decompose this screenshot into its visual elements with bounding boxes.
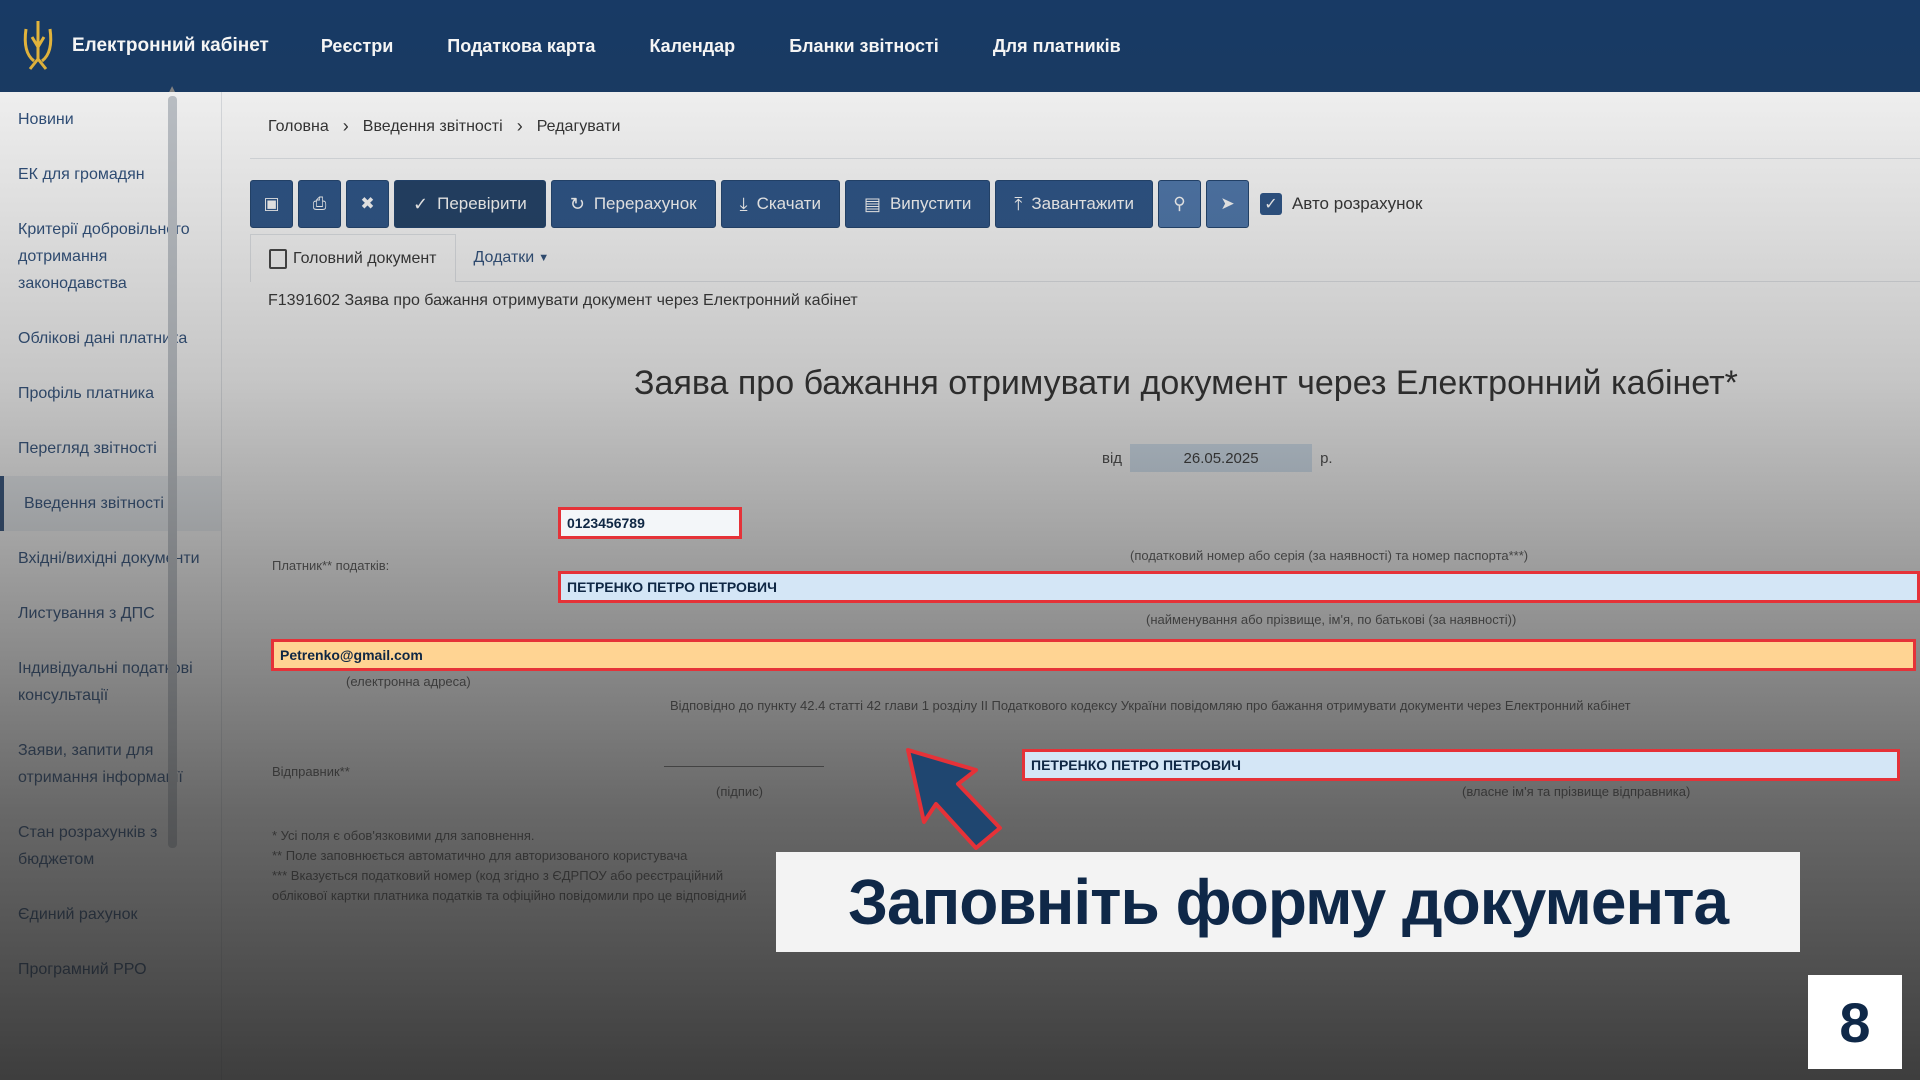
breadcrumb-edit: Редагувати	[536, 117, 621, 135]
sidebar: ▲ Новини ЕК для громадян Критерії добров…	[0, 84, 222, 1080]
nav-for-payers[interactable]: Для платників	[993, 36, 1121, 57]
search-button[interactable]: ⚲	[1157, 180, 1201, 228]
document-toolbar: ▣ ⎙ ✖ ✓ Перевірити ↻ Перерахунок ⤓ Скачати …	[250, 176, 1422, 232]
sender-name-input[interactable]: ПЕТРЕНКО ПЕТРО ПЕТРОВИЧ	[1022, 749, 1900, 781]
check-button[interactable]: ✓ Перевірити	[394, 180, 546, 228]
document-icon: ▤	[863, 193, 881, 214]
sidebar-item-documents[interactable]: Вхідні/вихідні документи	[0, 531, 221, 586]
sidebar-item-correspondence[interactable]: Листування з ДПС	[0, 586, 221, 641]
statement-text: Відповідно до пункту 42.4 статті 42 глав…	[670, 698, 1631, 713]
close-icon: ✖	[360, 194, 375, 213]
save-button[interactable]: ▣	[250, 180, 293, 228]
download-icon: ⤓	[739, 193, 748, 214]
send-icon: ➤	[1220, 194, 1235, 213]
issue-button[interactable]: ▤ Випустити	[844, 180, 991, 228]
tab-annexes[interactable]: Додатки ▼	[456, 234, 568, 282]
pointer-arrow-icon	[906, 748, 1002, 850]
auto-calc-checkbox[interactable]: ✓	[1259, 193, 1282, 215]
email-hint: (електронна адреса)	[346, 674, 471, 689]
sidebar-item-single-account[interactable]: Єдиний рахунок	[0, 887, 221, 942]
signature-line	[664, 766, 824, 767]
checkmark-icon: ✓	[413, 193, 429, 214]
sidebar-item-enter-reports[interactable]: Введення звітності	[0, 476, 221, 531]
footnote-2: ** Поле заповнюється автоматично для авт…	[272, 848, 688, 863]
tax-id-hint: (податковий номер або серія (за наявност…	[1130, 548, 1529, 563]
trident-logo-icon[interactable]	[18, 17, 58, 75]
sender-name-hint: (власне ім'я та прізвище відправника)	[1462, 784, 1691, 799]
floppy-disk-icon: ▣	[263, 194, 280, 213]
refresh-icon: ↻	[569, 193, 585, 214]
print-button[interactable]: ⎙	[298, 180, 341, 228]
sender-label: Відправник**	[272, 764, 350, 779]
upload-icon: ⤒	[1014, 193, 1023, 214]
breadcrumb-enter-reports[interactable]: Введення звітності	[363, 118, 503, 136]
tab-main-document[interactable]: Головний документ	[250, 234, 456, 282]
breadcrumb-home[interactable]: Головна	[268, 118, 329, 136]
sidebar-item-consultations[interactable]: Індивідуальні податкові консультації	[0, 641, 221, 723]
auto-calc-toggle[interactable]: ✓ Авто розрахунок	[1259, 193, 1423, 215]
sidebar-item-compliance[interactable]: Критерії добровільного дотримання законо…	[0, 202, 221, 311]
chevron-right-icon: ›	[342, 116, 349, 136]
nav-registries[interactable]: Реєстри	[321, 36, 393, 57]
nav-tax-map[interactable]: Податкова карта	[447, 36, 595, 57]
date-row: від 26.05.2025 р.	[1102, 444, 1333, 472]
nav-report-forms[interactable]: Бланки звітності	[789, 36, 939, 57]
printer-icon: ⎙	[312, 194, 327, 213]
sidebar-item-budget[interactable]: Стан розрахунків з бюджетом	[0, 805, 221, 887]
taxpayer-name-input[interactable]: ПЕТРЕНКО ПЕТРО ПЕТРОВИЧ	[558, 571, 1920, 603]
close-button[interactable]: ✖	[346, 180, 389, 228]
sidebar-item-requests[interactable]: Заяви, запити для отримання інформації	[0, 723, 221, 805]
upload-button[interactable]: ⤒ Завантажити	[995, 180, 1153, 228]
step-number-badge: 8	[1808, 975, 1902, 1069]
nav-calendar[interactable]: Календар	[649, 36, 735, 57]
signature-hint: (підпис)	[716, 784, 763, 799]
top-navigation-bar: Електронний кабінет Реєстри Податкова ка…	[0, 0, 1920, 92]
search-icon: ⚲	[1173, 194, 1186, 213]
divider	[250, 158, 1920, 159]
send-button[interactable]: ➤	[1205, 180, 1249, 228]
footnote-1: * Усі поля є обов'язковими для заповненн…	[272, 828, 535, 843]
caret-down-icon: ▼	[538, 252, 550, 264]
taxpayer-label: Платник** податків:	[272, 558, 390, 573]
sidebar-scrollbar[interactable]	[168, 96, 177, 848]
footnote-4: облікової картки платника податків та оф…	[272, 888, 747, 903]
sidebar-item-news[interactable]: Новини	[0, 92, 221, 147]
sidebar-item-citizens[interactable]: ЕК для громадян	[0, 147, 221, 202]
footnote-3: *** Вказується податковий номер (код згі…	[272, 868, 724, 883]
full-name-hint: (найменування або прізвище, ім'я, по бат…	[1146, 612, 1517, 627]
sidebar-item-prro[interactable]: Програмний РРО	[0, 942, 221, 997]
document-code: F1391602 Заява про бажання отримувати до…	[268, 292, 858, 309]
download-button[interactable]: ⤓ Скачати	[720, 180, 840, 228]
scroll-up-icon[interactable]: ▲	[167, 84, 177, 95]
form-title: Заява про бажання отримувати документ че…	[634, 364, 1738, 402]
date-field[interactable]: 26.05.2025	[1130, 444, 1313, 472]
instruction-caption: Заповніть форму документа	[776, 852, 1800, 952]
document-icon	[269, 248, 287, 269]
brand-title[interactable]: Електронний кабінет	[72, 35, 269, 57]
sidebar-item-account-data[interactable]: Облікові дані платника	[0, 311, 221, 366]
document-tabs: Головний документ Додатки ▼	[250, 234, 1920, 282]
tax-id-input[interactable]: 0123456789	[558, 507, 742, 539]
auto-calc-label: Авто розрахунок	[1291, 194, 1423, 213]
sidebar-item-view-reports[interactable]: Перегляд звітності	[0, 421, 221, 476]
chevron-right-icon: ›	[516, 116, 523, 136]
recalculate-button[interactable]: ↻ Перерахунок	[550, 180, 716, 228]
sidebar-item-profile[interactable]: Профіль платника	[0, 366, 221, 421]
email-input[interactable]: Petrenko@gmail.com	[271, 639, 1916, 671]
breadcrumb: Головна › Введення звітності › Редагуват…	[268, 116, 620, 137]
